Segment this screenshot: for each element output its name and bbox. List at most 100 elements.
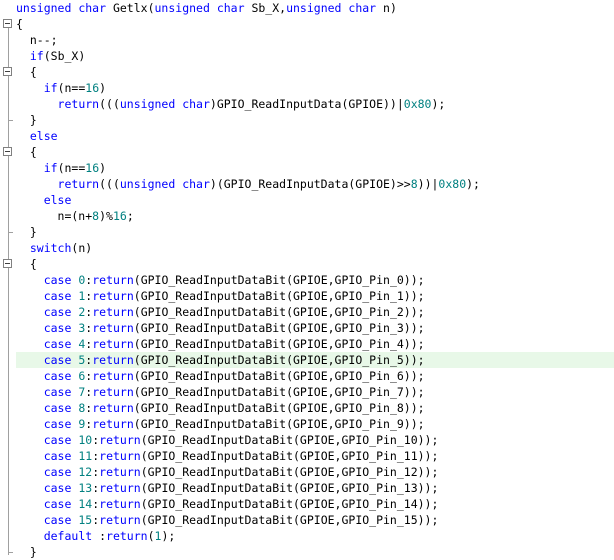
code-line[interactable]: return(((unsigned char)GPIO_ReadInputDat… [16, 96, 614, 112]
code-token: (Sb_X) [43, 49, 86, 63]
code-line[interactable]: case 9:return(GPIO_ReadInputDataBit(GPIO… [16, 416, 614, 432]
fold-toggle-icon[interactable] [3, 67, 12, 76]
keyword-token: return [92, 385, 134, 399]
keyword-token: char [78, 1, 107, 15]
number-token: 12 [78, 465, 93, 479]
code-line[interactable]: case 14:return(GPIO_ReadInputDataBit(GPI… [16, 496, 614, 512]
code-token: (GPIO_ReadInputDataBit(GPIOE,GPIO_Pin_11… [140, 449, 439, 463]
code-token: (GPIO_ReadInputDataBit(GPIOE,GPIO_Pin_1)… [133, 289, 425, 303]
code-token: (GPIO_ReadInputDataBit(GPIOE,GPIO_Pin_9)… [133, 417, 425, 431]
code-token: (GPIO_ReadInputDataBit(GPIOE,GPIO_Pin_3)… [133, 321, 425, 335]
keyword-token: return [99, 433, 141, 447]
code-line[interactable]: { [16, 144, 614, 160]
code-line[interactable]: { [16, 256, 614, 272]
code-line[interactable]: if(n==16) [16, 160, 614, 176]
code-line[interactable]: default :return(1); [16, 528, 614, 544]
code-token: n) [376, 1, 397, 15]
keyword-token: char [348, 1, 377, 15]
code-line[interactable]: switch(n) [16, 240, 614, 256]
number-token: 8 [410, 177, 418, 191]
code-line[interactable]: n=(n+8)%16; [16, 208, 614, 224]
keyword-token: return [99, 465, 141, 479]
keyword-token: case [43, 449, 72, 463]
code-line[interactable]: if(n==16) [16, 80, 614, 96]
code-line[interactable]: { [16, 16, 614, 32]
code-line[interactable]: case 8:return(GPIO_ReadInputDataBit(GPIO… [16, 400, 614, 416]
code-line[interactable]: case 11:return(GPIO_ReadInputDataBit(GPI… [16, 448, 614, 464]
keyword-token: case [43, 465, 72, 479]
keyword-token: return [99, 497, 141, 511]
code-token: ) [99, 81, 107, 95]
code-line[interactable]: } [16, 544, 614, 560]
keyword-token: default [43, 529, 93, 543]
code-token: )(GPIO_ReadInputData(GPIOE)>> [209, 177, 411, 191]
code-line[interactable]: case 7:return(GPIO_ReadInputDataBit(GPIO… [16, 384, 614, 400]
code-line[interactable]: case 0:return(GPIO_ReadInputDataBit(GPIO… [16, 272, 614, 288]
code-line[interactable]: } [16, 224, 614, 240]
keyword-token: case [43, 369, 72, 383]
fold-toggle-icon[interactable] [3, 19, 12, 28]
number-token: 16 [112, 209, 127, 223]
code-line[interactable]: case 12:return(GPIO_ReadInputDataBit(GPI… [16, 464, 614, 480]
keyword-token: case [43, 353, 72, 367]
code-line[interactable]: n--; [16, 32, 614, 48]
keyword-token: char [182, 97, 210, 111]
fold-end-marker [8, 552, 13, 553]
code-line[interactable]: return(((unsigned char)(GPIO_ReadInputDa… [16, 176, 614, 192]
keyword-token: return [92, 369, 134, 383]
keyword-token: case [43, 273, 72, 287]
number-token: 0x80 [438, 177, 467, 191]
code-line[interactable]: case 1:return(GPIO_ReadInputDataBit(GPIO… [16, 288, 614, 304]
code-line[interactable]: } [16, 112, 614, 128]
number-token: 0x80 [403, 97, 432, 111]
keyword-token: return [99, 449, 141, 463]
keyword-token: case [43, 289, 72, 303]
keyword-token: case [43, 337, 72, 351]
keyword-token: case [43, 481, 72, 495]
code-line[interactable]: case 4:return(GPIO_ReadInputDataBit(GPIO… [16, 336, 614, 352]
code-token: ); [431, 97, 446, 111]
keyword-token: case [43, 433, 72, 447]
code-line[interactable]: case 10:return(GPIO_ReadInputDataBit(GPI… [16, 432, 614, 448]
fold-toggle-icon[interactable] [3, 259, 12, 268]
keyword-token: return [57, 97, 100, 111]
code-line[interactable]: case 6:return(GPIO_ReadInputDataBit(GPIO… [16, 368, 614, 384]
code-line[interactable]: else [16, 192, 614, 208]
code-token: ( [147, 529, 155, 543]
code-line[interactable]: case 15:return(GPIO_ReadInputDataBit(GPI… [16, 512, 614, 528]
keyword-token: case [43, 513, 72, 527]
code-line[interactable]: if(Sb_X) [16, 48, 614, 64]
code-token: { [16, 65, 37, 79]
code-token: (GPIO_ReadInputDataBit(GPIOE,GPIO_Pin_12… [140, 465, 439, 479]
code-line[interactable]: case 2:return(GPIO_ReadInputDataBit(GPIO… [16, 304, 614, 320]
code-line[interactable]: case 3:return(GPIO_ReadInputDataBit(GPIO… [16, 320, 614, 336]
code-line-current[interactable]: case 5:return(GPIO_ReadInputDataBit(GPIO… [16, 352, 614, 368]
code-line[interactable]: case 13:return(GPIO_ReadInputDataBit(GPI… [16, 480, 614, 496]
code-token: )% [99, 209, 113, 223]
code-line[interactable]: unsigned char Getlx(unsigned char Sb_X,u… [16, 0, 614, 16]
code-token: (GPIO_ReadInputDataBit(GPIOE,GPIO_Pin_2)… [133, 305, 425, 319]
code-editor[interactable]: unsigned char Getlx(unsigned char Sb_X,u… [0, 0, 614, 559]
keyword-token: char [216, 1, 245, 15]
keyword-token: unsigned [286, 1, 342, 15]
keyword-token: case [43, 305, 72, 319]
number-token: 15 [78, 513, 93, 527]
number-token: 10 [78, 433, 93, 447]
fold-toggle-icon[interactable] [3, 147, 12, 156]
code-line[interactable]: { [16, 64, 614, 80]
code-line[interactable]: else [16, 128, 614, 144]
keyword-token: unsigned [119, 177, 176, 191]
keyword-token: unsigned [16, 1, 72, 15]
fold-end-marker [8, 232, 13, 233]
code-token: { [16, 145, 37, 159]
keyword-token: char [182, 177, 210, 191]
